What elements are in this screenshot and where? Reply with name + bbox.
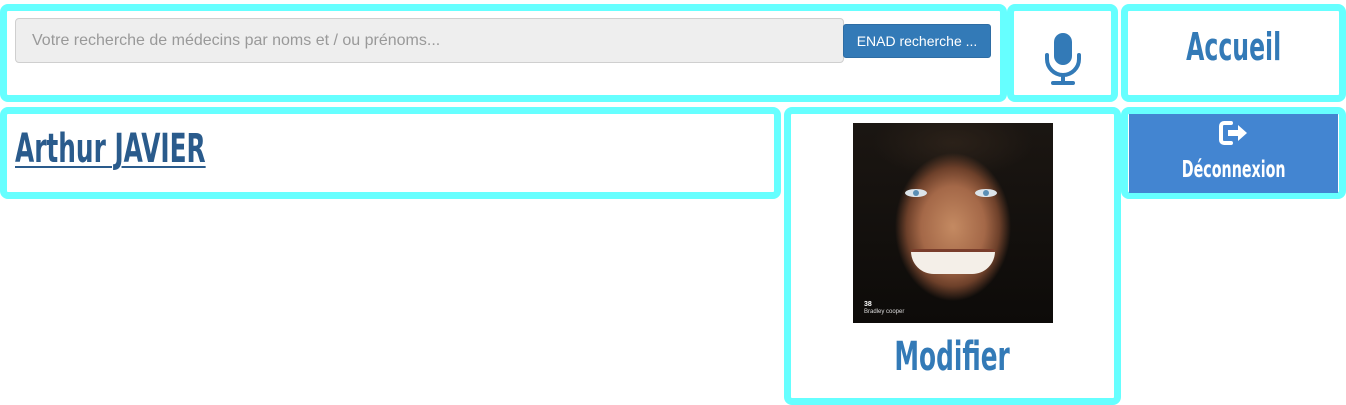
photo-eye-left xyxy=(905,189,927,197)
voice-search-panel[interactable] xyxy=(1007,4,1118,102)
home-label: Accueil xyxy=(1185,25,1282,69)
photo-eye-right xyxy=(975,189,997,197)
modify-profile-link[interactable]: Modifier xyxy=(791,334,1114,380)
logout-panel: Déconnexion xyxy=(1121,107,1346,199)
photo-caption-number: 38 xyxy=(864,301,872,308)
logout-label-wrap: Déconnexion xyxy=(1129,156,1338,183)
search-panel: ENAD recherche ... xyxy=(0,4,1007,102)
photo-smile xyxy=(911,249,995,274)
profile-photo: 38 Bradley cooper xyxy=(853,123,1053,323)
logout-button[interactable]: Déconnexion xyxy=(1129,114,1338,193)
user-name-panel: Arthur JAVIER xyxy=(0,107,781,199)
sign-out-icon xyxy=(1218,121,1247,145)
user-name-link[interactable]: Arthur JAVIER xyxy=(15,126,323,172)
modify-label: Modifier xyxy=(894,334,1011,380)
user-name: Arthur JAVIER xyxy=(15,126,206,172)
search-input[interactable] xyxy=(15,18,844,63)
profile-photo-panel: 38 Bradley cooper Modifier xyxy=(784,107,1121,405)
home-link[interactable]: Accueil xyxy=(1128,25,1339,70)
home-panel: Accueil xyxy=(1121,4,1346,102)
photo-caption-text: Bradley cooper xyxy=(864,309,905,315)
search-button[interactable]: ENAD recherche ... xyxy=(843,24,991,58)
logout-label: Déconnexion xyxy=(1181,157,1286,183)
microphone-icon[interactable] xyxy=(1043,31,1083,87)
